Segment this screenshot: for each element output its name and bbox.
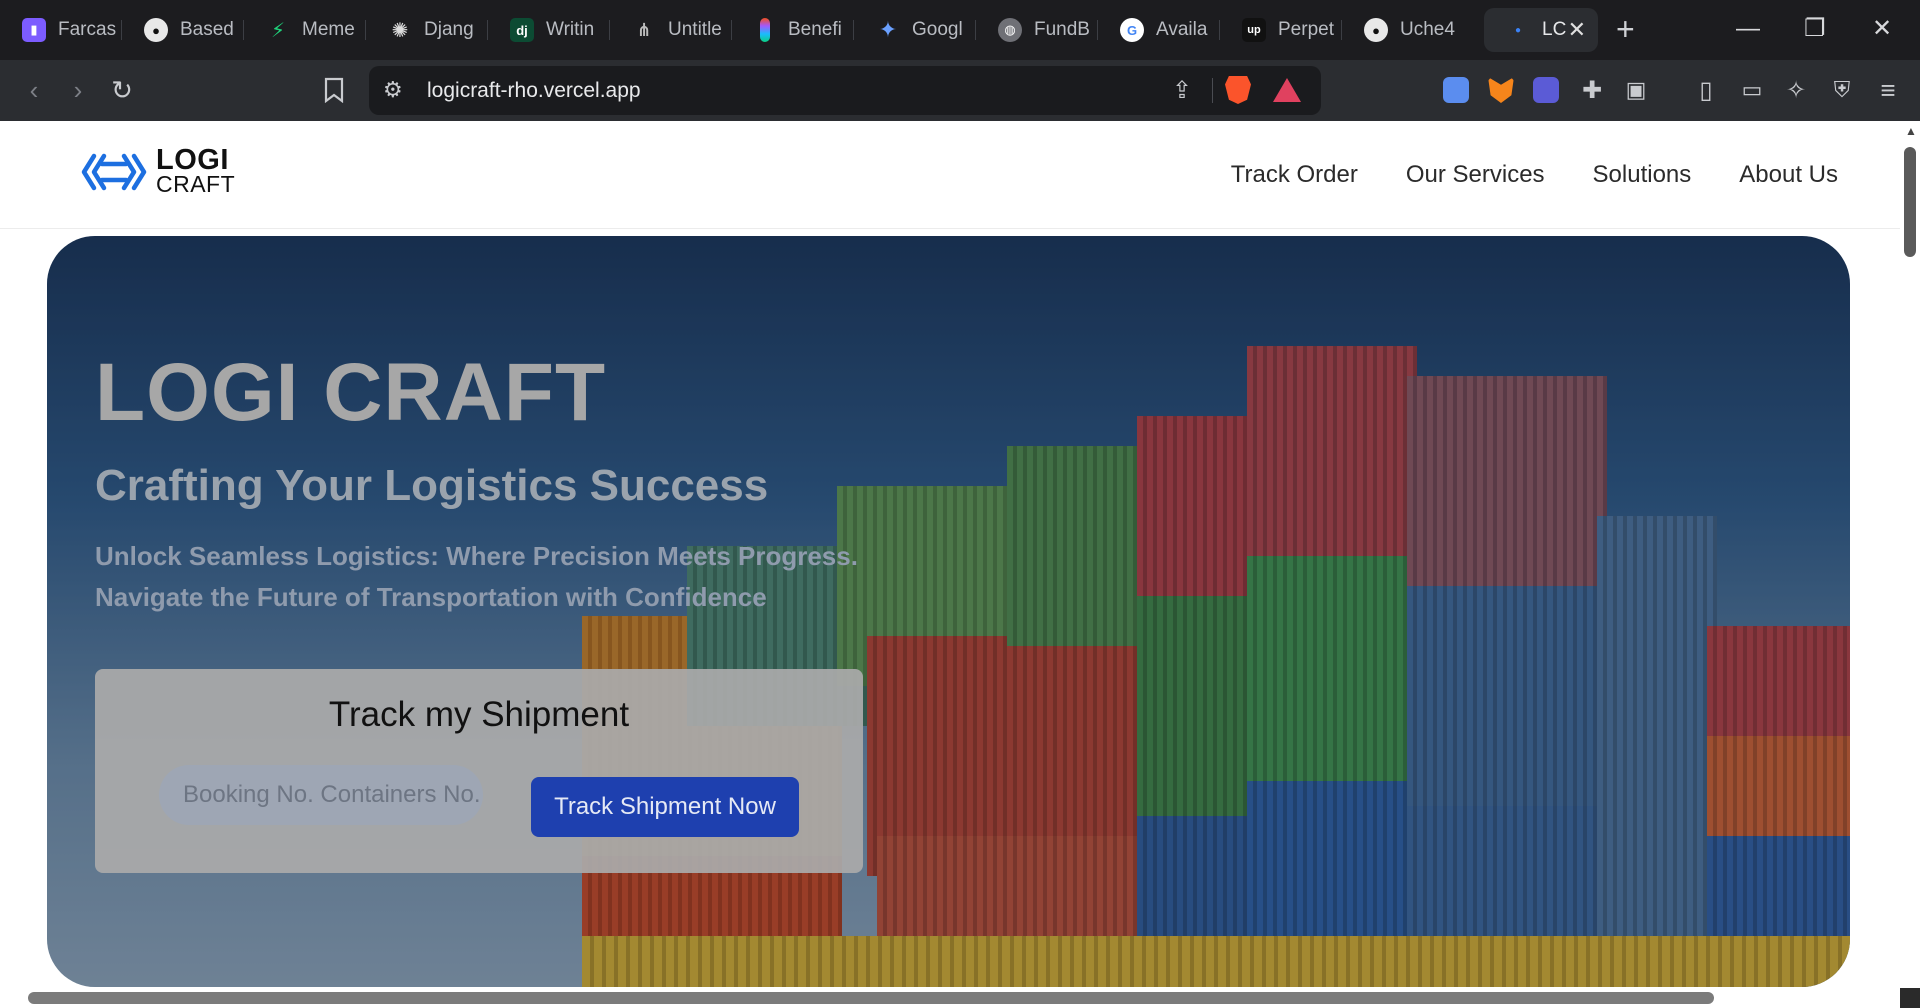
close-window-icon[interactable]: ✕ — [1872, 10, 1892, 48]
horizontal-scroll-thumb[interactable] — [28, 992, 1714, 1004]
tab-label: Based — [180, 19, 234, 40]
browser-tab[interactable]: dj Writin — [488, 8, 610, 52]
github-icon: ● — [1364, 18, 1388, 42]
site-logo[interactable]: LOGI CRAFT — [80, 144, 236, 197]
share-icon[interactable]: ⇪ — [1172, 76, 1192, 105]
track-card-title: Track my Shipment — [328, 695, 630, 734]
nav-about-us[interactable]: About Us — [1739, 161, 1838, 189]
wallet-icon[interactable]: ▭ — [1736, 74, 1768, 106]
figma-icon — [760, 18, 770, 42]
web-page: LOGI CRAFT Track Order Our Services Solu… — [0, 121, 1900, 996]
bolt-icon: ⚡ — [270, 19, 286, 42]
browser-tab[interactable]: ● Based — [122, 8, 244, 52]
track-shipment-button[interactable]: Track Shipment Now — [531, 777, 799, 837]
tab-label: Uche4 — [1400, 19, 1455, 40]
openai-icon: ✺ — [391, 19, 409, 42]
restore-icon[interactable]: ❐ — [1804, 10, 1826, 48]
scrollbar-corner — [1900, 988, 1920, 1008]
django-icon: dj — [510, 18, 534, 42]
hero-description: Unlock Seamless Logistics: Where Precisi… — [95, 536, 895, 618]
nav-track-order[interactable]: Track Order — [1231, 161, 1358, 189]
main-nav: Track Order Our Services Solutions About… — [1231, 161, 1838, 189]
browser-toolbar: ‹ › ↻ ⚙ logicraft-rho.vercel.app ⇪ ✚ ▣ ▯… — [0, 60, 1920, 121]
gemini-icon: ✦ — [878, 17, 898, 42]
network-icon: ⋔ — [636, 19, 652, 40]
track-shipment-card: Track my Shipment Track Shipment Now — [95, 669, 863, 873]
metamask-icon[interactable] — [1488, 77, 1514, 103]
upwork-icon: up — [1242, 18, 1266, 42]
google-icon: G — [1120, 18, 1144, 42]
tab-label: Farcas — [58, 19, 117, 40]
browser-tab-active[interactable]: ● LC ✕ — [1484, 8, 1598, 52]
browser-tab[interactable]: Benefi — [732, 8, 854, 52]
logo-line-1: LOGI — [156, 144, 229, 176]
farcaster-icon: ▮ — [22, 18, 46, 42]
browser-tab[interactable]: up Perpet — [1220, 8, 1342, 52]
forward-icon[interactable]: › — [62, 74, 94, 106]
extension-star-icon[interactable] — [1533, 77, 1559, 103]
nav-solutions[interactable]: Solutions — [1593, 161, 1692, 189]
site-settings-icon[interactable]: ⚙ — [383, 77, 403, 103]
address-bar[interactable]: ⚙ logicraft-rho.vercel.app ⇪ — [369, 66, 1321, 115]
tab-label: Meme — [302, 19, 355, 40]
close-tab-icon[interactable]: ✕ — [1568, 17, 1586, 43]
new-tab-icon[interactable]: + — [1616, 10, 1635, 48]
hero-description-line-1: Unlock Seamless Logistics: Where Precisi… — [95, 541, 858, 571]
browser-tab[interactable]: ✺ Djang — [366, 8, 488, 52]
github-icon: ● — [144, 18, 168, 42]
browser-tab[interactable]: ● Uche4 — [1342, 8, 1464, 52]
reload-icon[interactable]: ↻ — [106, 74, 138, 106]
menu-icon[interactable]: ≡ — [1872, 74, 1904, 106]
bookmark-icon[interactable] — [318, 74, 350, 106]
tab-label: Googl — [912, 19, 963, 40]
vertical-scroll-thumb[interactable] — [1904, 147, 1916, 257]
brave-shields-icon[interactable] — [1225, 76, 1251, 104]
browser-tab-strip: ▮ Farcas ● Based ⚡ Meme ✺ Djang dj Writi… — [0, 0, 1920, 60]
tab-label: Untitle — [668, 19, 722, 40]
leo-ai-icon[interactable]: ✧ — [1780, 74, 1812, 106]
vpn-shield-icon[interactable]: ⛨ — [1826, 74, 1858, 106]
nav-our-services[interactable]: Our Services — [1406, 161, 1545, 189]
tab-label: LC — [1542, 19, 1567, 40]
hero-section: LOGI CRAFT Crafting Your Logistics Succe… — [47, 236, 1850, 987]
logo-mark-icon — [81, 153, 147, 191]
reader-mode-icon[interactable]: ▣ — [1620, 74, 1652, 106]
extensions-puzzle-icon[interactable]: ✚ — [1576, 74, 1608, 106]
vertical-scrollbar[interactable]: ▲ — [1900, 121, 1920, 1008]
tab-label: Perpet — [1278, 19, 1334, 40]
globe-icon: ◍ — [998, 18, 1022, 42]
tab-label: Writin — [546, 19, 595, 40]
browser-tab[interactable]: ✦ Googl — [854, 8, 976, 52]
tab-label: FundB — [1034, 19, 1090, 40]
extension-docs-icon[interactable] — [1443, 77, 1469, 103]
back-icon[interactable]: ‹ — [18, 74, 50, 106]
horizontal-scrollbar[interactable] — [0, 988, 1900, 1008]
brave-rewards-icon[interactable] — [1273, 78, 1301, 102]
hero-description-line-2: Navigate the Future of Transportation wi… — [95, 582, 767, 612]
tab-label: Availa — [1156, 19, 1208, 40]
booking-number-input[interactable] — [159, 765, 483, 825]
minimize-icon[interactable]: — — [1736, 10, 1760, 48]
scroll-up-icon[interactable]: ▲ — [1905, 124, 1917, 138]
browser-tab[interactable]: G Availa — [1098, 8, 1220, 52]
logo-line-2: CRAFT — [156, 171, 236, 197]
tab-label: Benefi — [788, 19, 842, 40]
browser-tab[interactable]: ⋔ Untitle — [610, 8, 732, 52]
site-header: LOGI CRAFT Track Order Our Services Solu… — [0, 121, 1900, 229]
hero-title: LOGI CRAFT — [95, 347, 607, 438]
browser-tab[interactable]: ◍ FundB — [976, 8, 1098, 52]
hero-subtitle: Crafting Your Logistics Success — [95, 461, 769, 510]
loading-dot-icon: ● — [1514, 24, 1522, 36]
tab-label: Djang — [424, 19, 474, 40]
browser-tab[interactable]: ▮ Farcas — [0, 8, 122, 52]
browser-tab[interactable]: ⚡ Meme — [244, 8, 366, 52]
sidebar-icon[interactable]: ▯ — [1690, 74, 1722, 106]
url-text[interactable]: logicraft-rho.vercel.app — [427, 79, 641, 103]
